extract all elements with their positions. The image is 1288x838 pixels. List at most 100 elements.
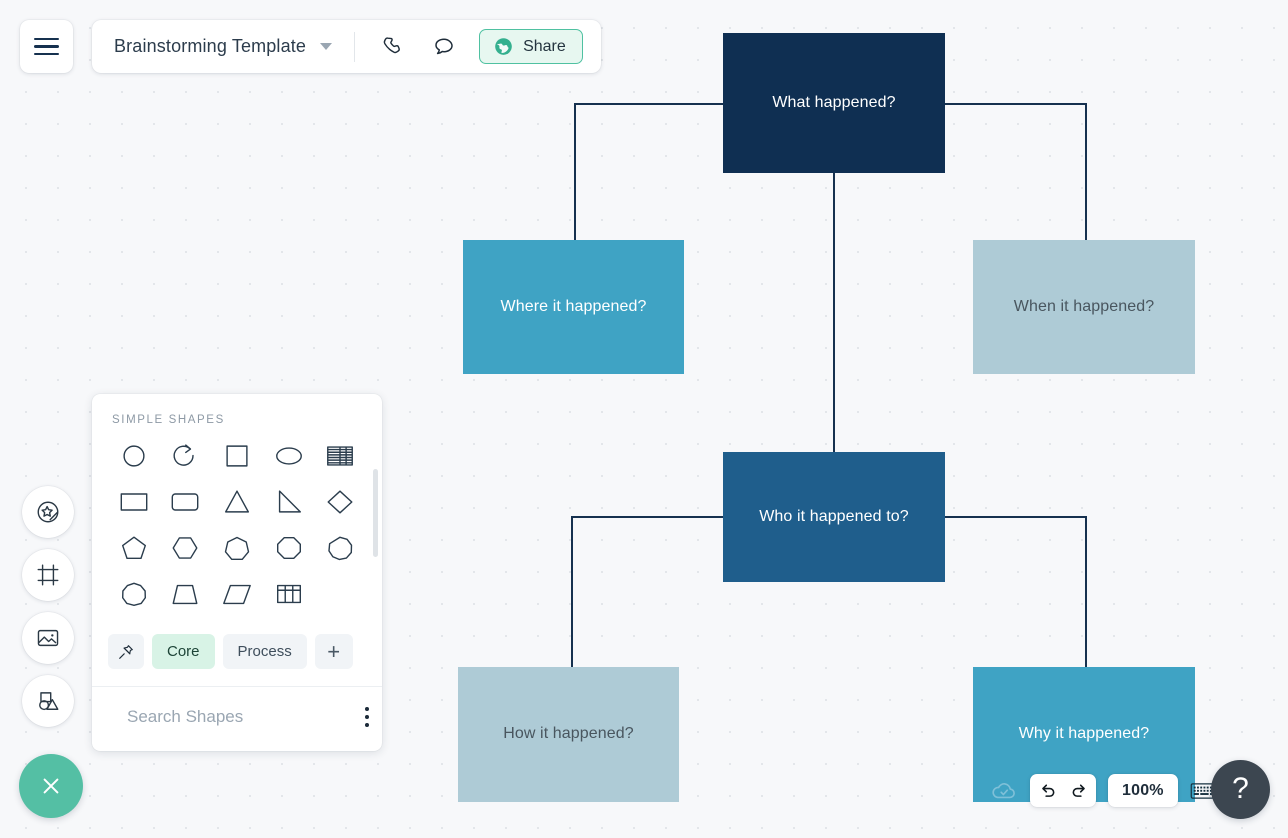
shape-pentagon[interactable] bbox=[108, 530, 160, 570]
hexagon-icon bbox=[169, 533, 201, 568]
rounded-rectangle-icon bbox=[169, 487, 201, 522]
document-title[interactable]: Brainstorming Template bbox=[114, 36, 306, 57]
decagon-icon bbox=[118, 579, 150, 614]
conn-who-left-v[interactable] bbox=[571, 516, 573, 668]
save-status bbox=[990, 777, 1018, 805]
shape-search-row bbox=[92, 687, 382, 751]
right-triangle-icon bbox=[273, 487, 305, 522]
conn-what-right-v[interactable] bbox=[1085, 103, 1087, 241]
plus-icon: + bbox=[327, 638, 341, 664]
conn-who-right-h[interactable] bbox=[944, 516, 1086, 518]
phone-icon bbox=[383, 37, 400, 54]
shape-tab-pinned[interactable] bbox=[108, 634, 144, 669]
conn-what-left-v[interactable] bbox=[574, 103, 576, 241]
close-panel-button[interactable] bbox=[19, 754, 83, 818]
rectangle-icon bbox=[118, 487, 150, 522]
shape-triangle[interactable] bbox=[211, 484, 263, 524]
frame-icon bbox=[37, 564, 59, 586]
shapes-panel: SIMPLE SHAPES Core Process + bbox=[92, 394, 382, 751]
shapes-grid bbox=[108, 438, 366, 616]
shape-parallelogram[interactable] bbox=[211, 576, 263, 616]
redo-button[interactable] bbox=[1064, 777, 1092, 805]
top-toolbar: Brainstorming Template Share bbox=[92, 20, 601, 73]
undo-redo-group bbox=[1030, 774, 1096, 807]
call-button[interactable] bbox=[375, 30, 409, 64]
image-tool-button[interactable] bbox=[22, 612, 74, 664]
bottom-controls: 100% bbox=[990, 774, 1217, 807]
undo-button[interactable] bbox=[1034, 777, 1062, 805]
diamond-icon bbox=[324, 487, 356, 522]
shape-trapezoid[interactable] bbox=[160, 576, 212, 616]
shape-ellipse[interactable] bbox=[263, 438, 315, 478]
conn-who-right-v[interactable] bbox=[1085, 516, 1087, 668]
shapes-panel-scrollbar[interactable] bbox=[373, 469, 378, 557]
triangle-icon bbox=[221, 487, 253, 522]
circle-icon bbox=[118, 441, 150, 476]
shape-tab-add-library[interactable]: + bbox=[314, 634, 353, 669]
chevron-down-icon[interactable] bbox=[320, 43, 333, 50]
main-menu-button[interactable] bbox=[20, 20, 73, 73]
shape-square[interactable] bbox=[211, 438, 263, 478]
shapes-tool-button[interactable] bbox=[22, 675, 74, 727]
node-when-happened[interactable]: When it happened? bbox=[973, 240, 1195, 374]
more-vertical-icon[interactable] bbox=[361, 703, 373, 731]
image-icon bbox=[37, 629, 59, 647]
conn-what-who-v[interactable] bbox=[833, 172, 835, 453]
shape-tab-label: Process bbox=[237, 643, 292, 660]
shape-octagon[interactable] bbox=[263, 530, 315, 570]
nonagon-icon bbox=[324, 533, 356, 568]
conn-what-right-h[interactable] bbox=[944, 103, 1086, 105]
ellipse-icon bbox=[273, 441, 305, 476]
square-icon bbox=[221, 441, 253, 476]
shape-decagon[interactable] bbox=[108, 576, 160, 616]
node-where-happened[interactable]: Where it happened? bbox=[463, 240, 684, 374]
node-label: What happened? bbox=[772, 93, 896, 111]
share-button[interactable]: Share bbox=[479, 29, 583, 64]
arc-icon bbox=[169, 441, 201, 476]
shape-circle[interactable] bbox=[108, 438, 160, 478]
shape-library-tabs: Core Process + bbox=[92, 616, 382, 687]
shape-rectangle[interactable] bbox=[108, 484, 160, 524]
shape-heptagon[interactable] bbox=[211, 530, 263, 570]
node-label: When it happened? bbox=[1013, 297, 1155, 315]
cloud-check-icon bbox=[992, 782, 1015, 798]
node-how-happened[interactable]: How it happened? bbox=[458, 667, 679, 802]
shapes-icon bbox=[39, 692, 59, 711]
globe-icon bbox=[495, 38, 512, 55]
shape-grid-table[interactable] bbox=[263, 576, 315, 616]
undo-arrow-icon bbox=[1041, 784, 1054, 797]
node-label: Who it happened to? bbox=[759, 507, 909, 525]
help-button[interactable]: ? bbox=[1211, 760, 1270, 819]
shape-nonagon[interactable] bbox=[314, 530, 366, 570]
help-question-icon: ? bbox=[1232, 771, 1249, 805]
stickers-tool-button[interactable] bbox=[22, 486, 74, 538]
search-input[interactable] bbox=[127, 707, 348, 727]
shape-tab-process[interactable]: Process bbox=[222, 634, 307, 669]
node-what-happened[interactable]: What happened? bbox=[723, 33, 945, 173]
conn-what-left-h[interactable] bbox=[574, 103, 724, 105]
comment-button[interactable] bbox=[427, 30, 461, 64]
shape-right-triangle[interactable] bbox=[263, 484, 315, 524]
node-label: Where it happened? bbox=[500, 297, 647, 315]
striped-table-icon bbox=[324, 441, 356, 476]
node-label: Why it happened? bbox=[1018, 725, 1150, 743]
zoom-control[interactable]: 100% bbox=[1108, 774, 1178, 807]
tool-rail bbox=[22, 486, 74, 727]
toolbar-divider bbox=[354, 31, 356, 62]
node-who-happened[interactable]: Who it happened to? bbox=[723, 452, 945, 582]
zoom-level-label: 100% bbox=[1122, 781, 1164, 799]
heptagon-icon bbox=[221, 533, 253, 568]
shape-rounded-rectangle[interactable] bbox=[160, 484, 212, 524]
shape-tab-core[interactable]: Core bbox=[152, 634, 215, 669]
shape-hexagon[interactable] bbox=[160, 530, 212, 570]
diagram-editor-app: What happened? Where it happened? When it … bbox=[0, 0, 1288, 838]
shape-arc[interactable] bbox=[160, 438, 212, 478]
grid-table-icon bbox=[273, 579, 305, 614]
share-label: Share bbox=[523, 37, 566, 55]
shape-striped-table[interactable] bbox=[314, 438, 366, 478]
redo-arrow-icon bbox=[1072, 784, 1085, 797]
frame-tool-button[interactable] bbox=[22, 549, 74, 601]
shape-diamond[interactable] bbox=[314, 484, 366, 524]
conn-who-left-h[interactable] bbox=[571, 516, 724, 518]
shape-tab-label: Core bbox=[167, 643, 200, 660]
